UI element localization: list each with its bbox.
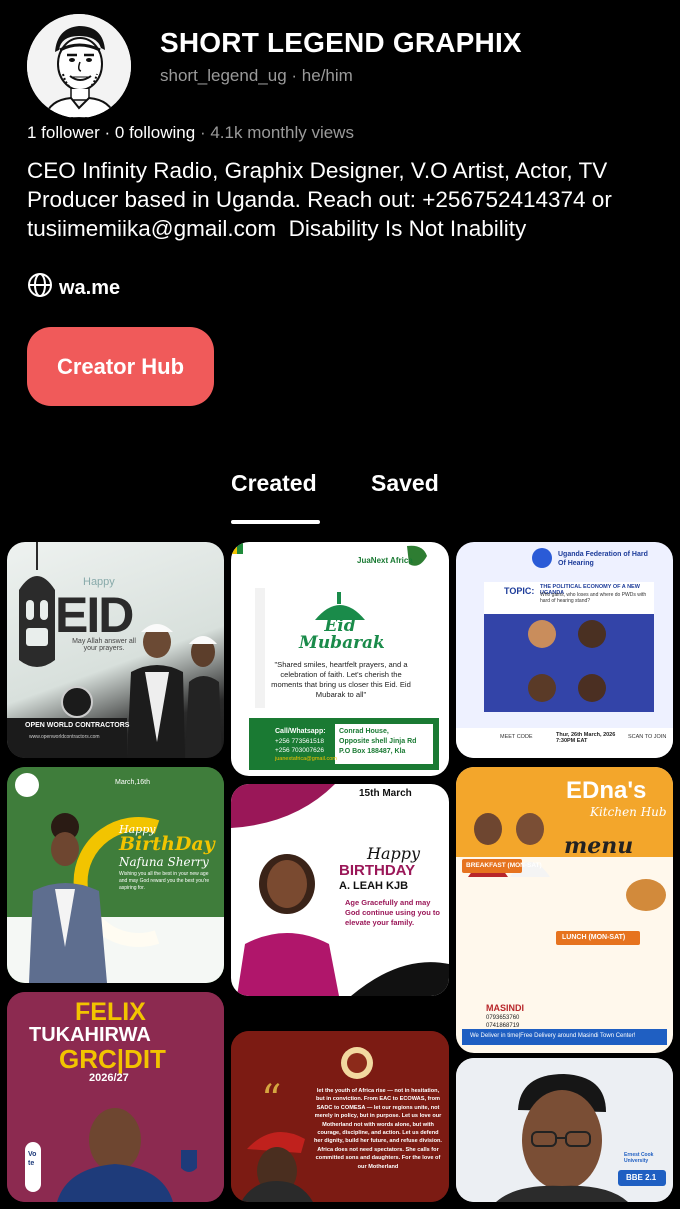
pin-eid2-phone2: +256 703007626 (275, 747, 324, 754)
pronouns: he/him (301, 66, 353, 85)
profile-name: SHORT LEGEND GRAPHIX (160, 27, 522, 58)
pin-eid-open-world[interactable]: Happy EID May Allah answer all your pray… (7, 542, 224, 758)
pin-menu-location: MASINDI (486, 1003, 524, 1013)
svg-text:“: “ (261, 1077, 281, 1123)
tab-created[interactable]: Created (231, 470, 317, 497)
pin-bday1-date: March,16th (115, 779, 151, 786)
website-label: wa.me (59, 276, 121, 299)
pin-menu-heading: menu (564, 833, 634, 859)
pin-eid-mubarak[interactable]: JuaNext Africa Eid Mubarak "Shared smile… (231, 542, 449, 776)
pin-bday1-name: Nafuna Sherry (119, 855, 209, 869)
pin-eid-title: EID (55, 587, 134, 643)
pin-bday2-birthday: BIRTHDAY (339, 862, 416, 879)
pin-ufhoh-scan: SCAN TO JOIN (628, 734, 667, 740)
pin-bday2-date: 15th March (359, 788, 412, 799)
pin-ecu-portrait[interactable]: Ernest Cook University BBE 2.1 (456, 1058, 673, 1202)
separator-dot: · (199, 123, 211, 142)
monthly-views: 4.1k monthly views (210, 123, 354, 142)
pin-birthday-leah[interactable]: 15th March Happy BIRTHDAY A. LEAH KJB Ag… (231, 784, 449, 996)
pin-bday1-birthday: BirthDay (119, 833, 215, 855)
separator-dot: · (104, 123, 115, 142)
pin-menu-footer: We Deliver in time|Free Delivery around … (470, 1033, 636, 1039)
handle-line: short_legend_ug · he/him (160, 66, 353, 86)
pin-eid-sub: May Allah answer all your prayers. (72, 638, 136, 652)
pin-ufhoh[interactable]: Uganda Federation of Hard Of Hearing TOP… (456, 542, 673, 758)
pin-felix-tukahirwa[interactable]: FELIX TUKAHIRWA GRC|DIT 2026/27 Vote (7, 992, 224, 1202)
pin-ecu-uni: Ernest Cook University (624, 1152, 654, 1164)
pin-eid2-addr3: P.O Box 188487, Kla (339, 748, 406, 755)
avatar[interactable] (27, 14, 131, 118)
pin-eid2-email: juanextafrica@gmail.com (275, 756, 337, 762)
pin-africa-quote: let the youth of Africa rise — not in he… (314, 1088, 442, 1170)
pin-ufhoh-org: Uganda Federation of Hard Of Hearing (558, 551, 648, 567)
pin-menu-subtitle: Kitchen Hub (590, 805, 667, 819)
pin-eid-url: www.openworldcontractors.com (29, 734, 100, 740)
following-count[interactable]: 0 following (115, 123, 195, 142)
pin-menu-breakfast: BREAKFAST (MON-SAT) (466, 862, 542, 869)
pin-menu-phone1: 0793653760 (486, 1015, 520, 1021)
website-link[interactable]: wa.me (27, 272, 120, 304)
pin-felix-line3: GRC|DIT (59, 1044, 166, 1074)
globe-icon (27, 272, 53, 304)
pin-eid2-body: "Shared smiles, heartfelt prayers, and a… (271, 660, 411, 699)
pin-eid2-addr1: Conrad House, (339, 728, 389, 735)
pin-ufhoh-topic-sub: Who gains, who loses and where do PWDs w… (540, 592, 647, 604)
tab-saved[interactable]: Saved (371, 470, 439, 497)
followers-count[interactable]: 1 follower (27, 123, 100, 142)
avatar-illustration (27, 14, 131, 118)
pin-ecu-course: BBE 2.1 (626, 1173, 657, 1182)
pin-felix-line1: FELIX (75, 998, 146, 1026)
pin-eid2-call: Call/Whatsapp: (275, 728, 326, 735)
pin-eid-company: OPEN WORLD CONTRACTORS (25, 722, 130, 729)
pin-eid2-title: Eid Mubarak (299, 616, 385, 653)
pin-ufhoh-meet: MEET CODE (500, 734, 533, 740)
pin-eid2-brand: JuaNext Africa (357, 556, 413, 565)
pin-menu-phone2: 0741868719 (486, 1023, 520, 1029)
pin-birthday-nafuna[interactable]: March,16th Happy BirthDay Nafuna Sherry … (7, 767, 224, 983)
pin-bday2-name: A. LEAH KJB (339, 880, 409, 892)
pin-menu-lunch: LUNCH (MON-SAT) (562, 934, 626, 941)
pin-bday2-wish: Age Gracefully and may God continue usin… (345, 898, 440, 927)
pin-africa-youth[interactable]: “ let the youth of Africa rise — not in … (231, 1031, 449, 1202)
separator-dot: · (291, 66, 302, 85)
pin-bday1-wish: Wishing you all the best in your new age… (119, 871, 210, 891)
pin-bday2-happy: Happy (367, 844, 421, 863)
active-tab-indicator (231, 520, 320, 524)
pin-menu-title: EDna's (566, 777, 647, 804)
pin-eid2-addr2: Opposite shell Jinja Rd (339, 738, 417, 745)
pin-ufhoh-topic: TOPIC: (504, 586, 535, 596)
creator-hub-button[interactable]: Creator Hub (27, 327, 214, 406)
profile-bio: CEO Infinity Radio, Graphix Designer, V.… (27, 158, 619, 241)
profile-tabs: Created Saved (0, 470, 680, 526)
profile-stats: 1 follower · 0 following · 4.1k monthly … (27, 123, 354, 143)
pin-ednas-kitchen[interactable]: EDna's Kitchen Hub menu BREAKFAST (MON-S… (456, 767, 673, 1053)
pin-ufhoh-art (456, 548, 673, 758)
username: short_legend_ug (160, 66, 287, 85)
pin-ufhoh-date: Thur, 26th March, 2026 7:30PM EAT (556, 732, 616, 744)
pin-felix-year: 2026/27 (89, 1072, 129, 1084)
pin-eid2-phone1: +256 773561518 (275, 738, 324, 745)
pin-felix-vote: Vote (28, 1151, 37, 1167)
